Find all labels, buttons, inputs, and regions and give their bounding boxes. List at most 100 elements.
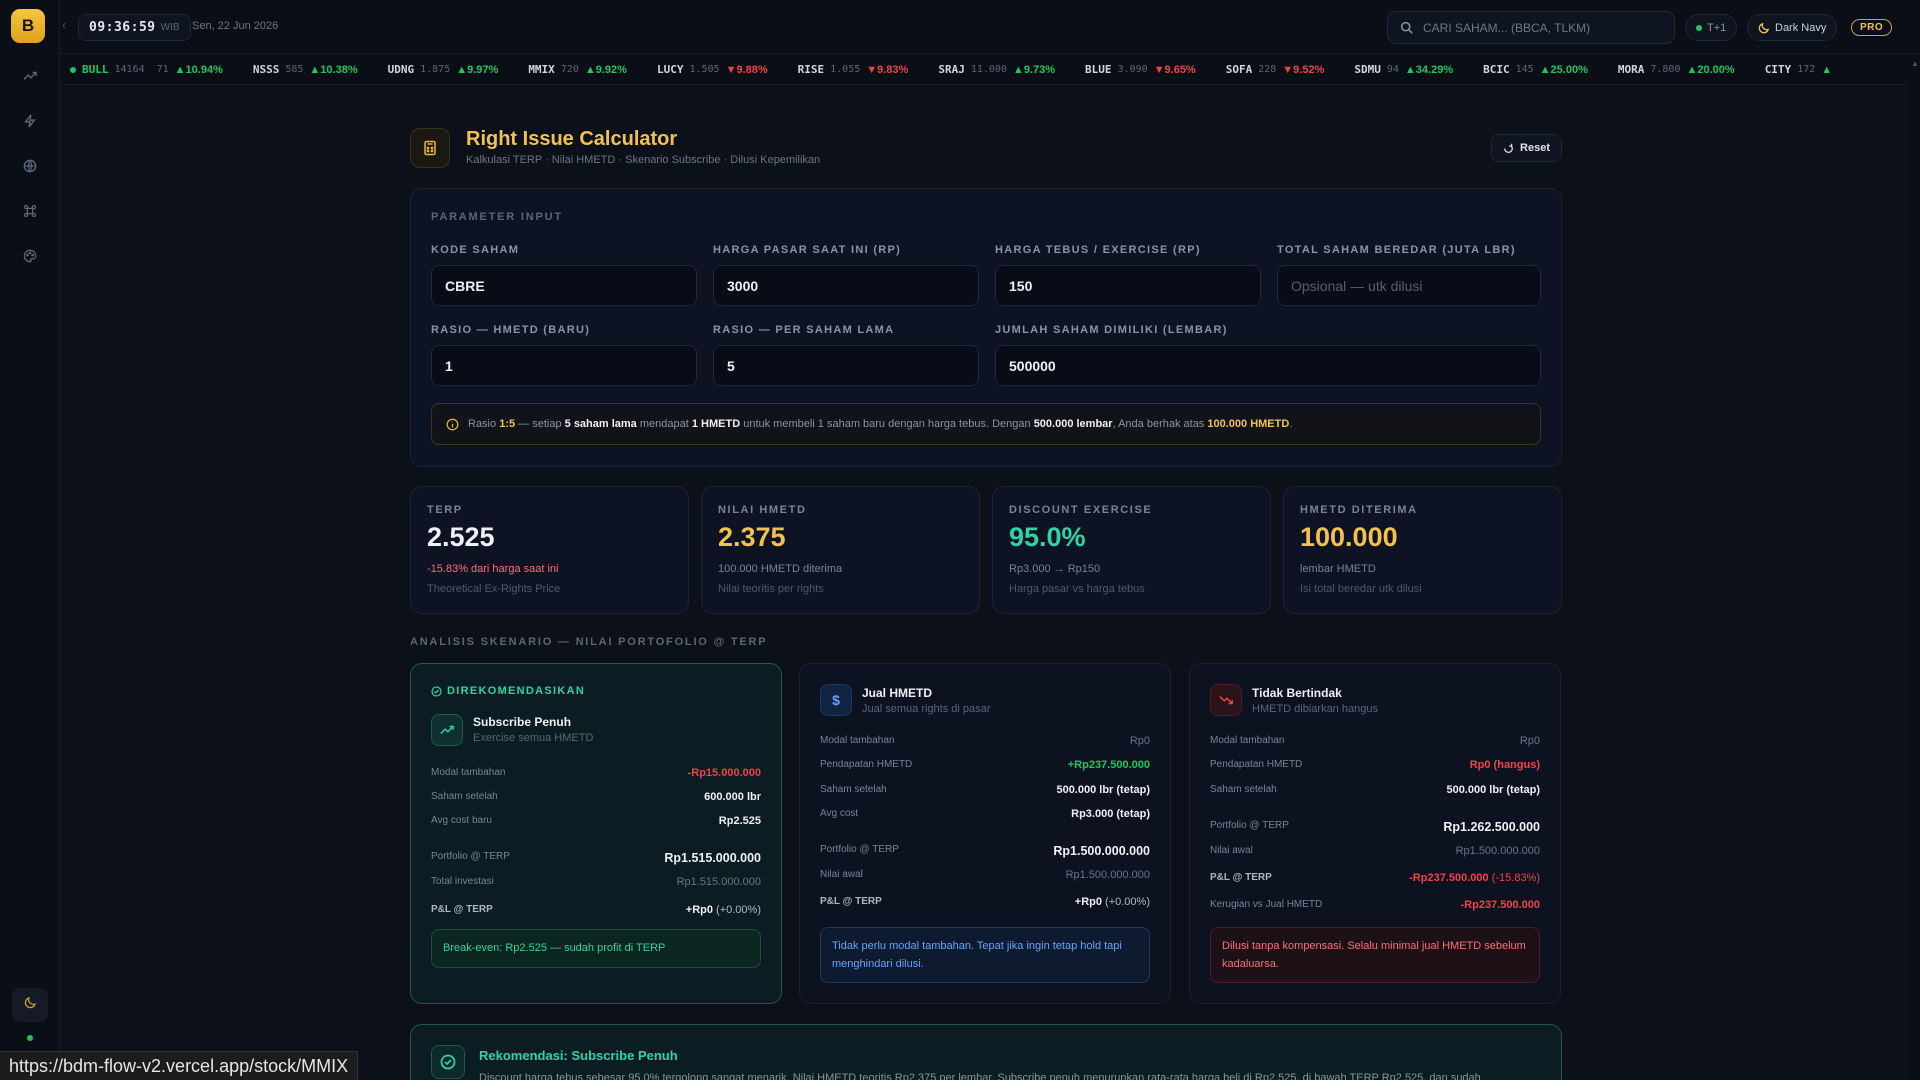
- row-label: Pendapatan HMETD: [820, 759, 913, 770]
- metric-card: DISCOUNT EXERCISE 95.0% Rp3.000 → Rp150 Har…: [992, 486, 1271, 614]
- search-input[interactable]: [1423, 20, 1653, 35]
- row-label: Nilai awal: [820, 869, 863, 880]
- row-label: Pendapatan HMETD: [1210, 759, 1303, 770]
- scenario-name: Jual HMETD: [862, 686, 933, 700]
- row-label: P&L @ TERP: [820, 896, 882, 907]
- collapse-sidebar-chevron-icon[interactable]: ‹: [62, 18, 66, 32]
- trend-up-icon: [431, 714, 463, 746]
- palette-icon[interactable]: [19, 245, 41, 267]
- scenario-row: Modal tambahan Rp0: [1210, 735, 1540, 747]
- row-label: P&L @ TERP: [1210, 872, 1272, 883]
- row-label: Modal tambahan: [431, 767, 506, 778]
- row-label: Nilai awal: [1210, 845, 1253, 856]
- ticker-item[interactable]: NSSS 585 ▲10.38%: [253, 63, 358, 76]
- scenario-row: Pendapatan HMETD Rp0 (hangus): [1210, 759, 1540, 771]
- refresh-icon: [1503, 143, 1514, 154]
- metric-label: NILAI HMETD: [718, 504, 807, 516]
- moon-icon: [24, 996, 37, 1014]
- ticker-item[interactable]: BCIC 145 ▲25.00%: [1483, 63, 1588, 76]
- section-label: PARAMETER INPUT: [431, 211, 563, 223]
- trend-down-icon: [1210, 684, 1242, 716]
- metric-label: DISCOUNT EXERCISE: [1009, 504, 1153, 516]
- harga-tebus-input[interactable]: [995, 265, 1261, 306]
- theme-toggle-button[interactable]: [12, 988, 48, 1022]
- metric-card: HMETD DITERIMA 100.000 lembar HMETD Isi tot…: [1283, 486, 1562, 614]
- stock-search[interactable]: [1387, 11, 1675, 44]
- market-sentiment: BULL 14164: [70, 63, 145, 76]
- ticker-tape: BULL 14164 71 ▲10.94% NSSS 585 ▲10.38% UDNG 1.87…: [60, 55, 1920, 85]
- row-label: Modal tambahan: [1210, 735, 1285, 746]
- search-icon: [1400, 21, 1413, 34]
- row-value: -Rp15.000.000: [687, 767, 761, 779]
- metric-desc: Isi total beredar utk dilusi: [1300, 583, 1422, 595]
- scenario-note: Dilusi tanpa kompensasi. Selalu minimal …: [1210, 927, 1540, 983]
- row-label: Saham setelah: [820, 784, 887, 795]
- kode-saham-input[interactable]: [431, 265, 697, 306]
- ticker-item[interactable]: CITY 172 ▲: [1765, 63, 1832, 76]
- clock-time: 09:36:59: [89, 20, 156, 35]
- ticker-item[interactable]: 71 ▲10.94%: [157, 64, 223, 76]
- row-value: 500.000 lbr (tetap): [1056, 784, 1150, 796]
- ticker-item[interactable]: RISE 1.055 ▼9.83%: [798, 63, 909, 76]
- scenario-row: P&L @ TERP +Rp0 (+0.00%): [820, 896, 1150, 908]
- parameter-input-panel: PARAMETER INPUT KODE SAHAM HARGA PASAR S…: [410, 188, 1562, 467]
- row-label: P&L @ TERP: [431, 904, 493, 915]
- scenario-section-title: ANALISIS SKENARIO — NILAI PORTOFOLIO @ T…: [410, 636, 768, 648]
- scenario-row: Avg cost baru Rp2.525: [431, 815, 761, 827]
- field-label: RASIO — PER SAHAM LAMA: [713, 324, 895, 336]
- metric-label: HMETD DITERIMA: [1300, 504, 1418, 516]
- field-label: HARGA PASAR SAAT INI (RP): [713, 244, 902, 256]
- command-icon[interactable]: [19, 200, 41, 222]
- recommendation-panel: Rekomendasi: Subscribe Penuh Discount ha…: [410, 1024, 1562, 1080]
- jumlah-saham-input[interactable]: [995, 345, 1541, 386]
- page-title: Right Issue Calculator: [466, 128, 678, 150]
- row-value: Rp1.515.000.000: [664, 851, 761, 865]
- rasio-baru-input[interactable]: [431, 345, 697, 386]
- row-label: Kerugian vs Jual HMETD: [1210, 899, 1323, 910]
- ticker-item[interactable]: LUCY 1.505 ▼9.88%: [657, 63, 768, 76]
- bolt-icon[interactable]: [19, 110, 41, 132]
- scenario-row: Saham setelah 600.000 lbr: [431, 791, 761, 803]
- scenario-desc: Exercise semua HMETD: [473, 732, 594, 744]
- row-value: Rp0 (hangus): [1469, 759, 1540, 771]
- ticker-item[interactable]: SDMU 94 ▲34.29%: [1354, 63, 1453, 76]
- metric-value: 2.375: [718, 522, 786, 552]
- row-value: Rp0: [1519, 735, 1540, 747]
- ticker-item[interactable]: MMIX 720 ▲9.92%: [528, 63, 627, 76]
- metric-value: 2.525: [427, 522, 495, 552]
- harga-pasar-input[interactable]: [713, 265, 979, 306]
- theme-selector[interactable]: Dark Navy: [1747, 14, 1838, 41]
- total-saham-input[interactable]: [1277, 265, 1541, 306]
- scenario-jual-card[interactable]: $ Jual HMETD Jual semua rights di pasar …: [799, 663, 1171, 1004]
- reset-button[interactable]: Reset: [1491, 134, 1562, 162]
- row-value: Rp3.000 (tetap): [1071, 808, 1150, 820]
- row-value: -Rp237.500.000 (-15.83%): [1409, 872, 1540, 884]
- row-value: -Rp237.500.000: [1460, 899, 1541, 911]
- ticker-item[interactable]: BLUE 3.090 ▼9.65%: [1085, 63, 1196, 76]
- globe-icon[interactable]: [19, 155, 41, 177]
- row-value: Rp1.262.500.000: [1443, 820, 1540, 834]
- ticker-item[interactable]: MORA 7.800 ▲20.00%: [1618, 63, 1735, 76]
- rasio-lama-input[interactable]: [713, 345, 979, 386]
- settlement-status[interactable]: T+1: [1685, 14, 1738, 41]
- dollar-icon: $: [820, 684, 852, 716]
- ticker-item[interactable]: SRAJ 11.000 ▲9.73%: [938, 63, 1055, 76]
- scenario-tidak-card[interactable]: Tidak Bertindak HMETD dibiarkan hangus M…: [1189, 663, 1561, 1004]
- recommendation-text: Discount harga tebus sebesar 95.0% tergo…: [479, 1072, 1481, 1080]
- metric-sub: Rp3.000 → Rp150: [1009, 563, 1101, 575]
- app-logo[interactable]: B: [11, 9, 45, 43]
- row-value: Rp2.525: [718, 815, 761, 827]
- field-label: TOTAL SAHAM BEREDAR (JUTA LBR): [1277, 244, 1516, 256]
- scenario-row: Saham setelah 500.000 lbr (tetap): [820, 784, 1150, 796]
- row-value: Rp0: [1129, 735, 1150, 747]
- scenario-name: Tidak Bertindak: [1252, 686, 1342, 700]
- row-label: Portfolio @ TERP: [1210, 820, 1289, 831]
- scenario-row: Portfolio @ TERP Rp1.515.000.000: [431, 851, 761, 865]
- trend-icon[interactable]: [19, 65, 41, 87]
- row-label: Avg cost: [820, 808, 859, 819]
- page-scrollbar[interactable]: ▲: [1908, 55, 1920, 1080]
- scenario-subscribe-card[interactable]: DIREKOMENDASIKAN Subscribe Penuh Exercis…: [410, 663, 782, 1004]
- row-value: +Rp0 (+0.00%): [1074, 896, 1150, 908]
- ticker-item[interactable]: UDNG 1.875 ▲9.97%: [388, 63, 499, 76]
- ticker-item[interactable]: SOFA 228 ▼9.52%: [1226, 63, 1325, 76]
